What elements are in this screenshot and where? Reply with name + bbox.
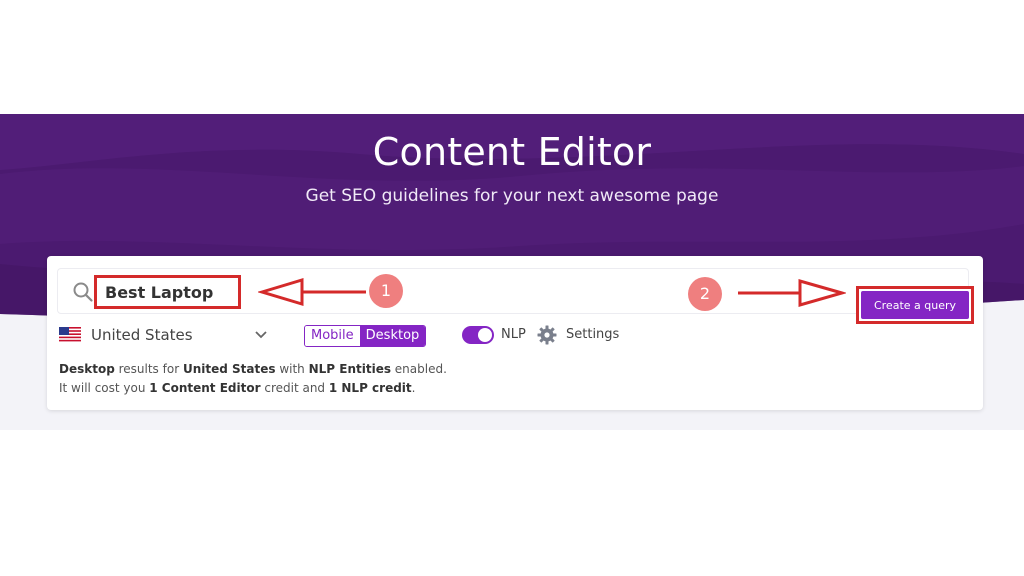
keyword-input[interactable] xyxy=(94,275,241,309)
summary-credit-editor: 1 Content Editor xyxy=(149,381,261,395)
search-bar: 1 2 Create a query xyxy=(57,268,974,324)
us-flag-icon xyxy=(59,327,81,342)
settings-label: Settings xyxy=(566,327,620,342)
summary-line-2: It will cost you 1 Content Editor credit… xyxy=(59,379,447,398)
query-card: 1 2 Create a query United States xyxy=(47,256,983,410)
summary-text: with xyxy=(275,362,309,376)
summary-text: enabled. xyxy=(390,362,447,376)
summary-credit-nlp: 1 NLP credit xyxy=(328,381,412,395)
nlp-toggle[interactable] xyxy=(462,326,494,344)
summary-text: It will cost you xyxy=(59,381,150,395)
chevron-down-icon[interactable] xyxy=(255,330,267,340)
annotation-step-2: 2 xyxy=(688,277,722,311)
gear-icon xyxy=(537,325,557,345)
summary-text: credit and xyxy=(260,381,329,395)
page-subtitle: Get SEO guidelines for your next awesome… xyxy=(305,186,719,206)
summary-line-1: Desktop results for United States with N… xyxy=(59,360,447,379)
device-toggle: Mobile Desktop xyxy=(304,325,427,347)
search-icon xyxy=(73,282,93,302)
nlp-label: NLP xyxy=(501,327,526,342)
summary-text: . xyxy=(411,381,416,395)
summary-text: results for xyxy=(114,362,183,376)
page: Content Editor Get SEO guidelines for yo… xyxy=(0,0,1024,576)
annotation-arrow-right xyxy=(738,279,846,307)
device-option-mobile[interactable]: Mobile xyxy=(305,326,360,346)
annotation-arrow-left xyxy=(258,277,366,307)
annotation-step-1: 1 xyxy=(369,274,403,308)
country-select[interactable]: United States xyxy=(91,326,193,344)
summary-nlp: NLP Entities xyxy=(308,362,391,376)
create-query-button[interactable]: Create a query xyxy=(861,291,969,319)
query-summary: Desktop results for United States with N… xyxy=(59,360,447,398)
toggle-knob xyxy=(478,328,492,342)
device-option-desktop[interactable]: Desktop xyxy=(359,326,426,346)
summary-device: Desktop xyxy=(59,362,115,376)
options-row: United States Mobile Desktop NLP Setting… xyxy=(57,322,957,350)
page-title: Content Editor xyxy=(372,130,652,174)
create-button-highlight: Create a query xyxy=(856,286,974,324)
summary-country: United States xyxy=(182,362,276,376)
